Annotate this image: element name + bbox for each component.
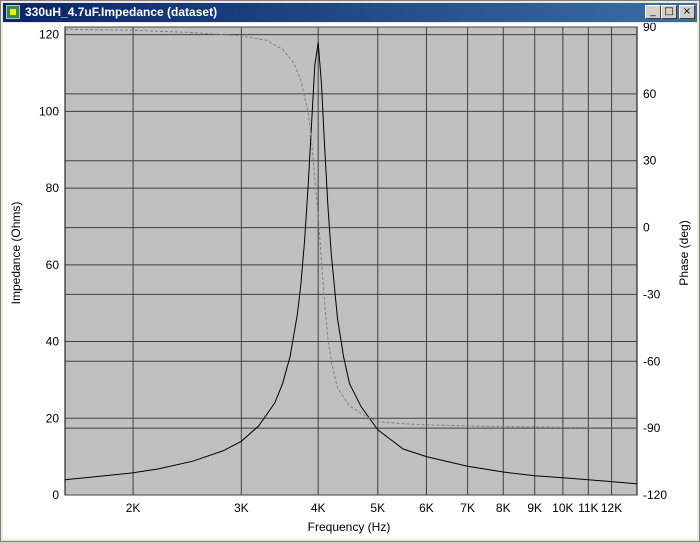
impedance-chart: 2K 3K 4K 5K 6K 7K 8K 9K 10K 11K 12K 0 20 40 60 80 100 120… [9, 20, 691, 534]
y2-tick-label: 0 [643, 221, 650, 235]
x-tick-label: 7K [460, 501, 475, 515]
minimize-button[interactable]: _ [645, 5, 661, 19]
y-tick-label: 100 [39, 104, 59, 118]
x-tick-label: 11K [578, 501, 598, 515]
x-tick-label: 2K [126, 501, 141, 515]
y-tick-label: 20 [46, 411, 60, 425]
y2-tick-label: 30 [643, 154, 657, 168]
y2-axis-label: Phase (deg) [677, 220, 691, 285]
y-tick-label: 60 [46, 258, 60, 272]
y-axis-label: Impedance (Ohms) [9, 202, 23, 305]
x-tick-label: 3K [234, 501, 249, 515]
close-button[interactable]: × [679, 5, 695, 19]
chart-area: 2K 3K 4K 5K 6K 7K 8K 9K 10K 11K 12K 0 20 40 60 80 100 120… [3, 20, 697, 539]
y-tick-label: 80 [46, 181, 60, 195]
x-tick-label: 5K [370, 501, 385, 515]
app-icon[interactable] [6, 5, 20, 19]
x-tick-label: 6K [419, 501, 434, 515]
y2-tick-label: -30 [643, 287, 661, 301]
y2-tick-label: -90 [643, 421, 661, 435]
x-axis-label: Frequency (Hz) [308, 520, 391, 534]
y2-tick-label: -120 [643, 488, 667, 502]
x-tick-label: 10K [552, 501, 573, 515]
x-tick-label: 4K [311, 501, 326, 515]
title-bar[interactable]: 330uH_4.7uF.Impedance (dataset) _ □ × [3, 3, 697, 22]
app-window: 330uH_4.7uF.Impedance (dataset) _ □ × 2K… [0, 0, 700, 542]
y-tick-label: 120 [39, 28, 59, 42]
y2-tick-label: -60 [643, 354, 661, 368]
maximize-button[interactable]: □ [661, 5, 677, 19]
x-tick-label: 8K [496, 501, 511, 515]
x-tick-label: 9K [527, 501, 542, 515]
y2-tick-label: 90 [643, 23, 657, 34]
plot-background [64, 26, 638, 496]
x-tick-label: 12K [601, 501, 622, 515]
y2-tick-label: 60 [643, 87, 657, 101]
y-tick-label: 0 [52, 488, 59, 502]
y-tick-label: 40 [46, 335, 60, 349]
window-title: 330uH_4.7uF.Impedance (dataset) [25, 5, 218, 19]
